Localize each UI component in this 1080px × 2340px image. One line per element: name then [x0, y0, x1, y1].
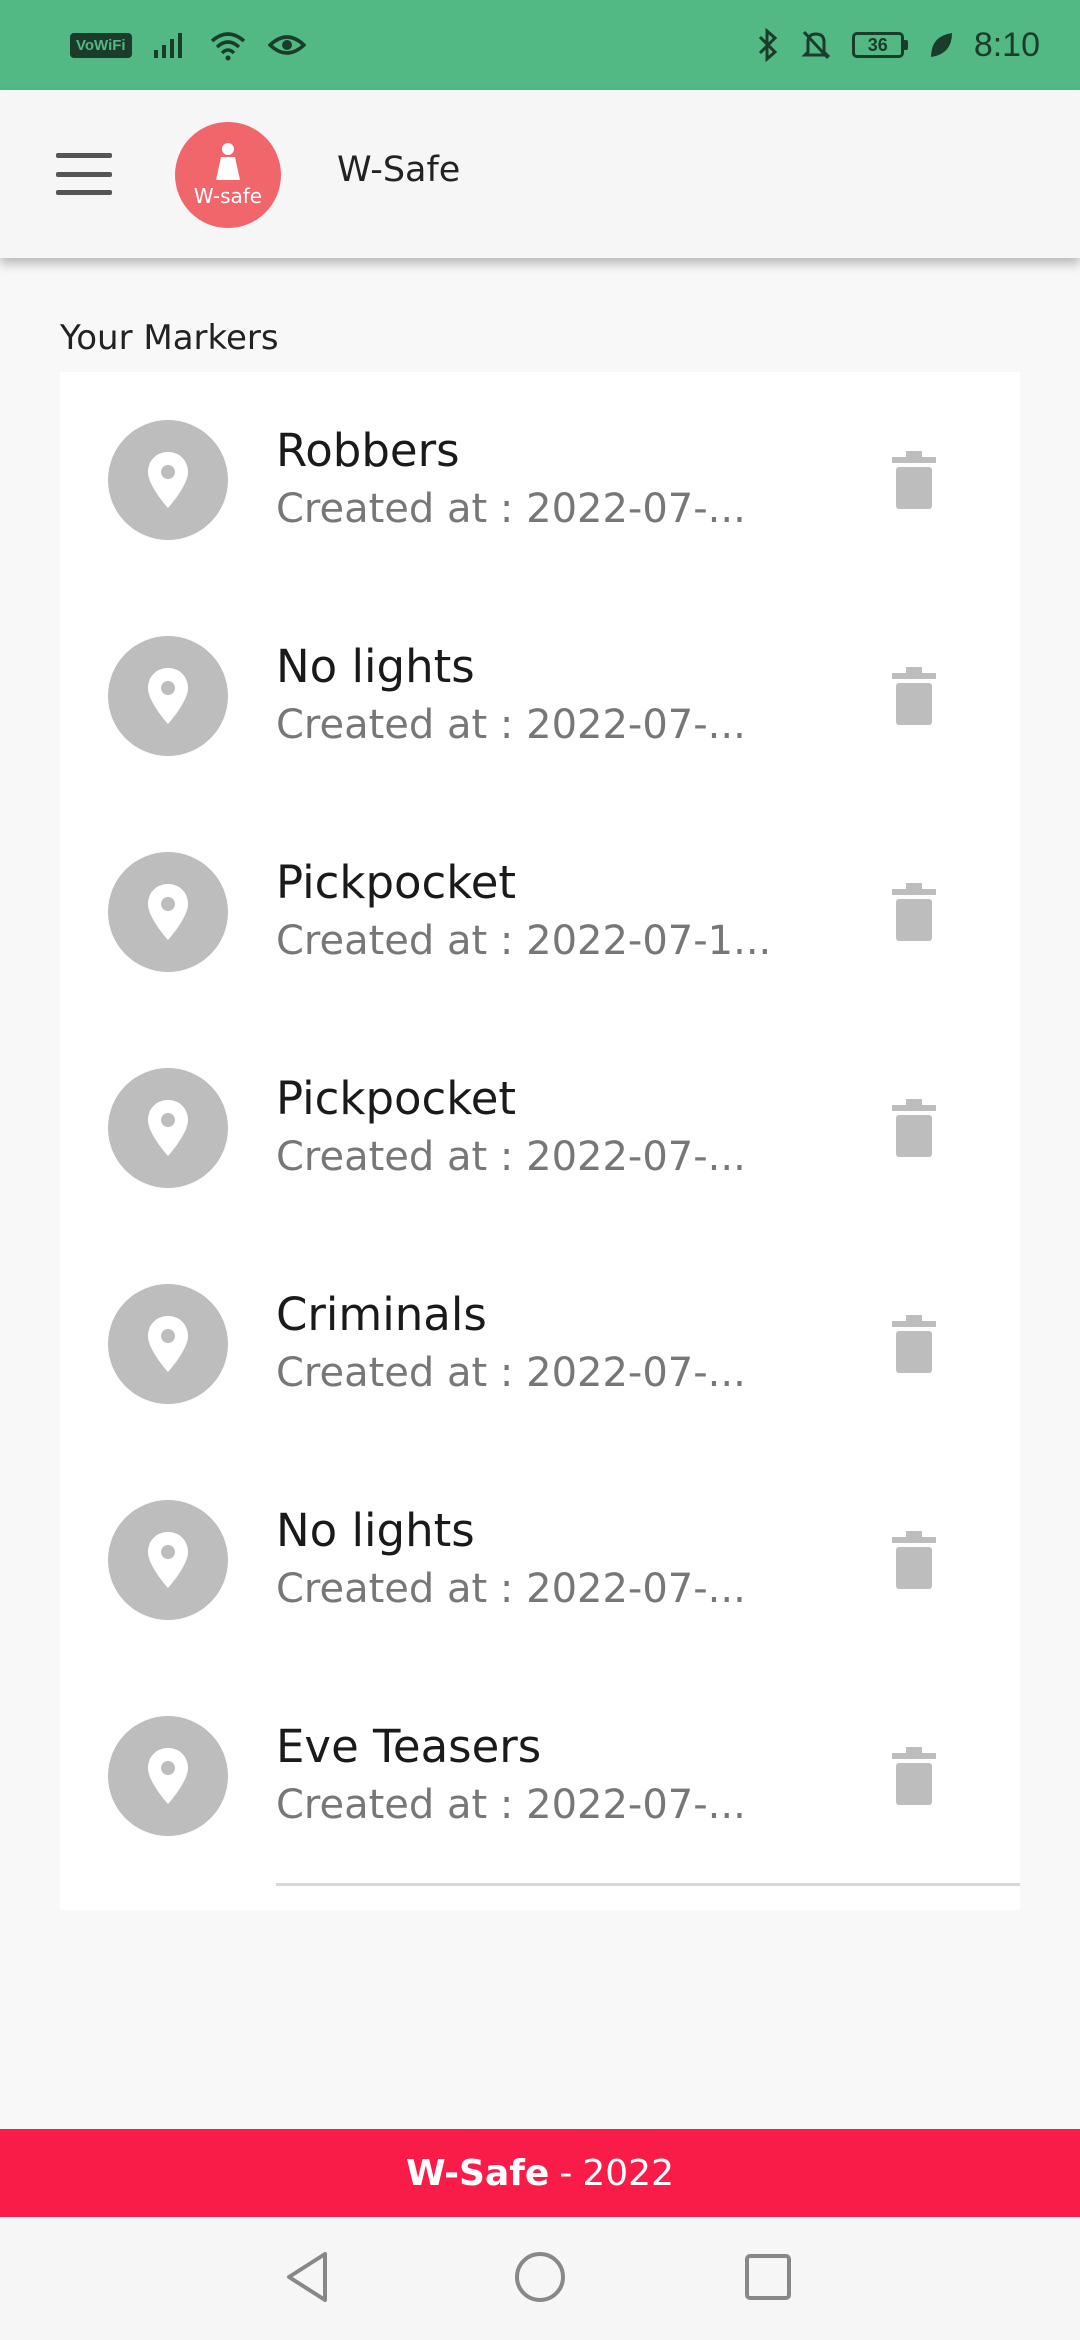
markers-card: Robbers Created at : 2022-07-... No ligh…: [60, 372, 1020, 1910]
footer-bar: W-Safe - 2022: [0, 2129, 1080, 2217]
location-pin-icon: [108, 1068, 228, 1188]
list-item[interactable]: Eve Teasers Created at : 2022-07-...: [60, 1668, 1020, 1884]
hamburger-menu-icon[interactable]: [56, 153, 112, 195]
trash-icon[interactable]: [878, 1308, 950, 1380]
signal-icon: [152, 30, 188, 60]
footer-year: 2022: [582, 2152, 674, 2194]
vowifi-label: VoWiFi: [70, 32, 132, 58]
battery-level: 36: [851, 32, 904, 58]
woman-icon: [216, 143, 240, 180]
marker-title: No lights: [276, 1504, 475, 1557]
marker-title: No lights: [276, 640, 475, 693]
marker-created-at: Created at : 2022-07-...: [276, 1566, 746, 1612]
trash-icon[interactable]: [878, 1740, 950, 1812]
list-item[interactable]: Pickpocket Created at : 2022-07-1...: [60, 804, 1020, 1020]
marker-created-at: Created at : 2022-07-...: [276, 702, 746, 748]
trash-icon[interactable]: [878, 1092, 950, 1164]
app-logo: W-safe: [175, 122, 281, 228]
marker-created-at: Created at : 2022-07-...: [276, 1134, 746, 1180]
home-icon[interactable]: [510, 2247, 570, 2307]
wifi-icon: [208, 29, 248, 61]
recents-icon[interactable]: [738, 2247, 798, 2307]
trash-icon[interactable]: [878, 444, 950, 516]
marker-created-at: Created at : 2022-07-1...: [276, 918, 772, 964]
battery-icon: 36: [851, 32, 908, 58]
mute-bell-icon: [800, 28, 832, 62]
location-pin-icon: [108, 1500, 228, 1620]
list-item[interactable]: No lights Created at : 2022-07-...: [60, 1452, 1020, 1668]
list-item[interactable]: Robbers Created at : 2022-07-...: [60, 372, 1020, 588]
eye-icon: [267, 32, 306, 58]
marker-title: Pickpocket: [276, 856, 517, 909]
location-pin-icon: [108, 852, 228, 972]
list-divider: [276, 1883, 1020, 1886]
leaf-icon: [928, 30, 954, 60]
marker-title: Pickpocket: [276, 1072, 517, 1125]
marker-title: Criminals: [276, 1288, 487, 1341]
location-pin-icon: [108, 1284, 228, 1404]
list-item[interactable]: Criminals Created at : 2022-07-...: [60, 1236, 1020, 1452]
app-bar: W-safe W-Safe: [0, 90, 1080, 258]
app-title: W-Safe: [337, 150, 461, 190]
status-bar: VoWiFi 36 8:10: [0, 0, 1080, 90]
marker-title: Robbers: [276, 424, 460, 477]
navigation-bar: [0, 2217, 1080, 2340]
trash-icon[interactable]: [878, 1524, 950, 1596]
marker-title: Eve Teasers: [276, 1720, 542, 1773]
trash-icon[interactable]: [878, 660, 950, 732]
footer-brand: W-Safe: [406, 2152, 550, 2194]
marker-created-at: Created at : 2022-07-...: [276, 1782, 746, 1828]
location-pin-icon: [108, 636, 228, 756]
section-title: Your Markers: [60, 318, 279, 358]
list-item[interactable]: No lights Created at : 2022-07-...: [60, 588, 1020, 804]
logo-text: W-safe: [193, 184, 263, 208]
back-icon[interactable]: [278, 2247, 338, 2307]
footer-separator: -: [559, 2152, 573, 2194]
clock-time: 8:10: [973, 25, 1040, 64]
list-item[interactable]: Pickpocket Created at : 2022-07-...: [60, 1020, 1020, 1236]
trash-icon[interactable]: [878, 876, 950, 948]
marker-created-at: Created at : 2022-07-...: [276, 1350, 746, 1396]
location-pin-icon: [108, 1716, 228, 1836]
location-pin-icon: [108, 420, 228, 540]
bluetooth-icon: [756, 28, 780, 62]
marker-created-at: Created at : 2022-07-...: [276, 486, 746, 532]
